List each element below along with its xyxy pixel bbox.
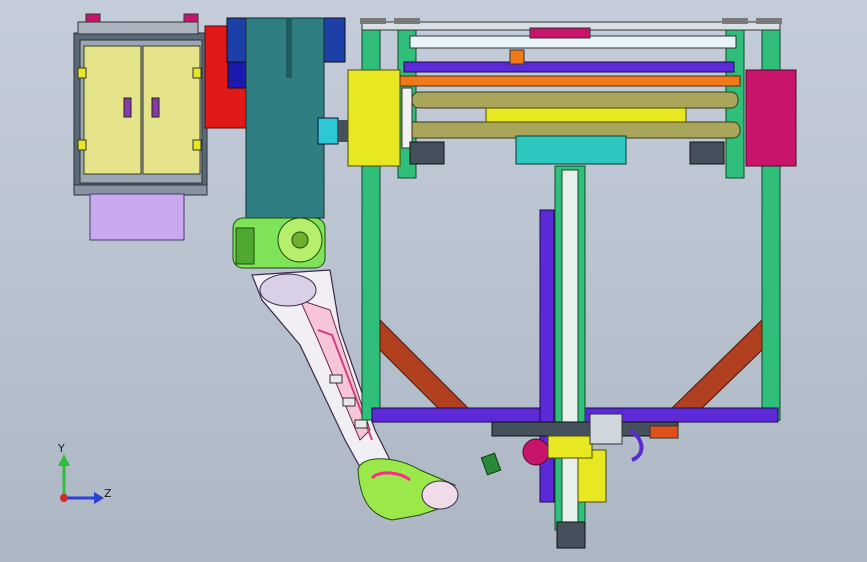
cad-viewport[interactable]: Y Z [0, 0, 867, 562]
coordinate-triad: Y Z [57, 442, 112, 504]
side-plate-yellow [347, 69, 401, 167]
cabinet-handle-right [151, 97, 160, 118]
triad-x-origin [60, 494, 68, 502]
cad-model-scene[interactable]: Y Z [0, 0, 867, 562]
side-plate-magenta [745, 69, 797, 167]
cabinet-handle-left [123, 97, 132, 118]
frame-brace-left [379, 318, 472, 411]
electrical-cabinet[interactable] [73, 13, 208, 241]
linear-axis[interactable] [491, 165, 679, 549]
triad-z-label: Z [104, 487, 112, 500]
robot-base[interactable] [232, 217, 326, 269]
triad-y-label: Y [57, 442, 65, 455]
gearbox [515, 135, 627, 165]
frame-brace-right [668, 318, 763, 411]
cabinet-lower-box [89, 193, 185, 241]
cabinet-left-door [83, 45, 142, 175]
